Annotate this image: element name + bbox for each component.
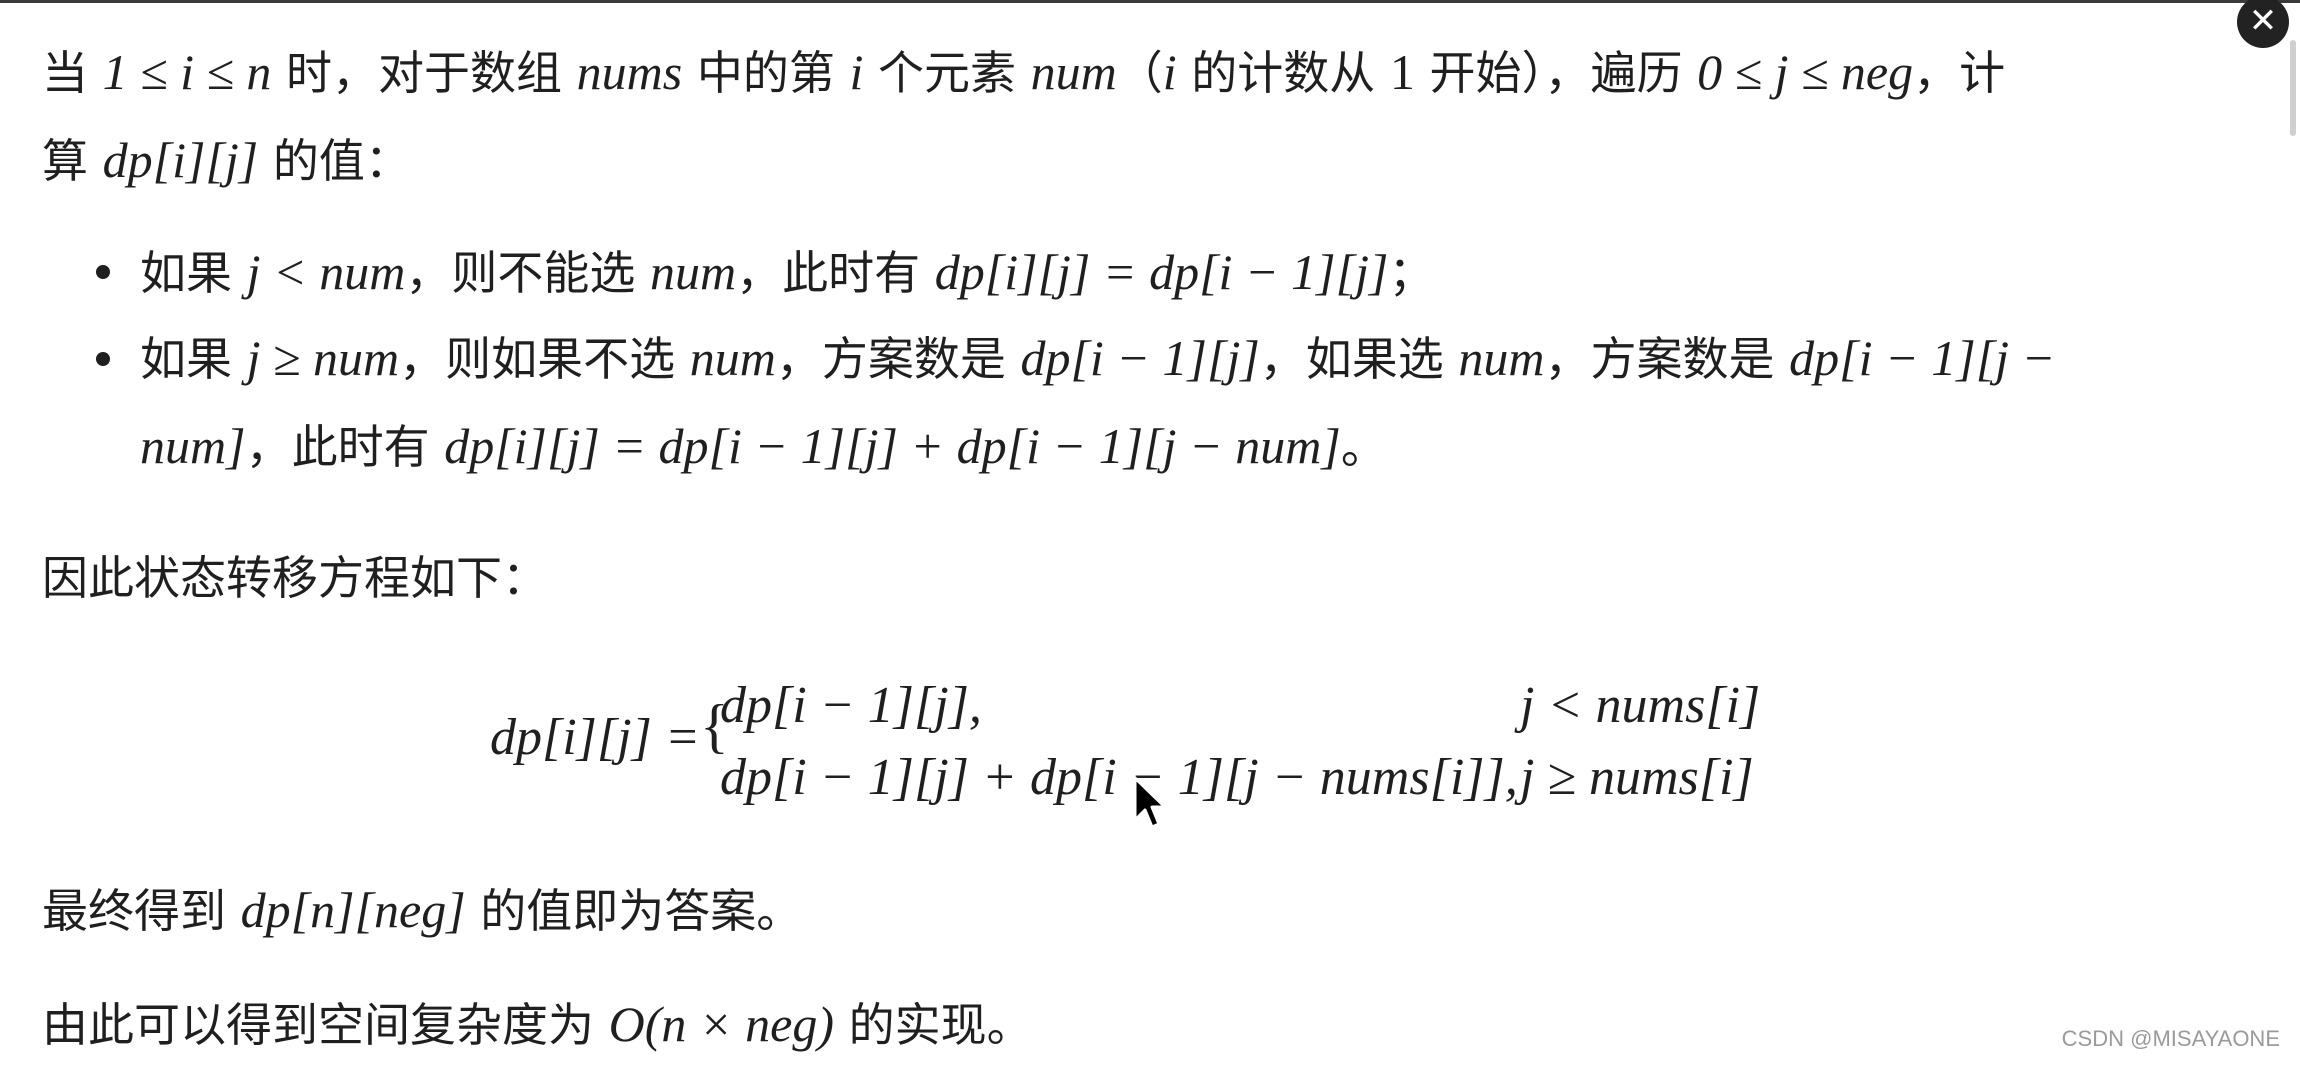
close-button[interactable]: ✕ bbox=[2237, 0, 2289, 48]
paragraph-answer: 最终得到 dp[n][neg] 的值即为答案。 bbox=[42, 882, 803, 938]
mouse-cursor-icon bbox=[1133, 776, 1167, 834]
paragraph-traverse-line2: 算 dp[i][j] 的值： bbox=[42, 132, 411, 188]
paragraph-traverse-line1: 当 1 ≤ i ≤ n 时，对于数组 nums 中的第 i 个元素 num（i … bbox=[42, 44, 2006, 100]
formula-case2-expr: dp[i − 1][j] + dp[i − 1][j − nums[i]], bbox=[720, 749, 1518, 806]
close-icon: ✕ bbox=[2248, 1, 2278, 41]
formula-lhs: dp[i][j] = bbox=[490, 709, 700, 766]
bullet-item-select-line1: 如果 j ≥ num，则如果不选 num，方案数是 dp[i − 1][j]，如… bbox=[140, 330, 2056, 386]
formula-case2-cond: j ≥ nums[i] bbox=[1520, 749, 1754, 806]
watermark: CSDN @MISAYAONE bbox=[2061, 1026, 2280, 1051]
bullet-item-not-select: 如果 j < num，则不能选 num，此时有 dp[i][j] = dp[i … bbox=[140, 244, 1435, 300]
top-border bbox=[0, 0, 2300, 3]
formula-case1-expr: dp[i − 1][j], bbox=[720, 677, 982, 734]
bullet-item-select-line2: num]，此时有 dp[i][j] = dp[i − 1][j] + dp[i … bbox=[140, 418, 1387, 474]
scrollbar[interactable] bbox=[2290, 40, 2296, 136]
paragraph-complexity: 由此可以得到空间复杂度为 O(n × neg) 的实现。 bbox=[42, 996, 1033, 1052]
bullet-dot bbox=[96, 265, 110, 279]
formula-case1-cond: j < nums[i] bbox=[1520, 677, 1761, 734]
paragraph-transition-intro: 因此状态转移方程如下： bbox=[42, 551, 548, 605]
bullet-dot bbox=[96, 352, 110, 366]
